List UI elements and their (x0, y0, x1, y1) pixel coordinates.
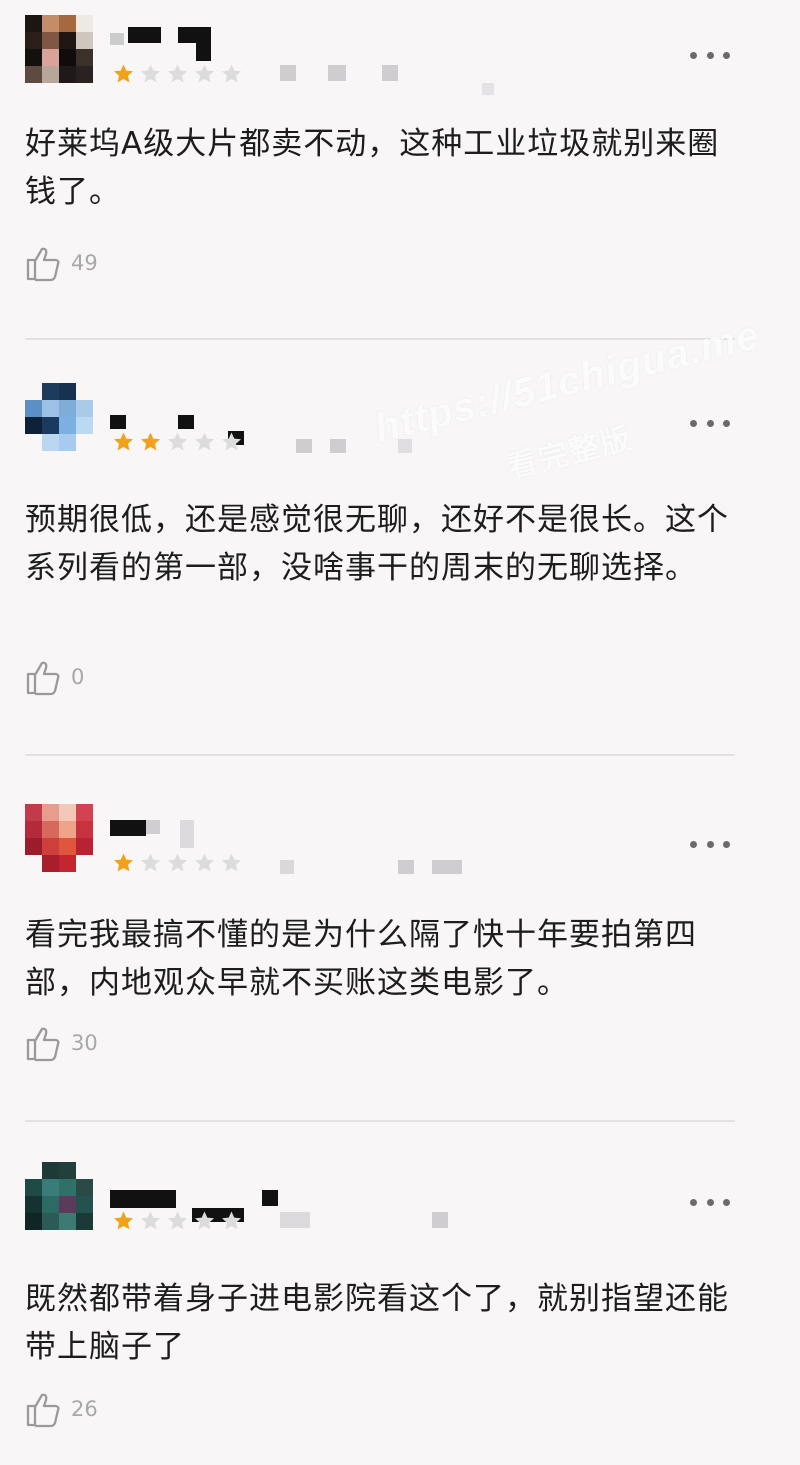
star-filled-icon (114, 432, 133, 451)
meta-censored (270, 854, 530, 894)
star-empty-icon (141, 64, 160, 83)
star-empty-icon (222, 1211, 241, 1230)
avatar[interactable] (25, 1162, 93, 1230)
star-empty-icon (195, 853, 214, 872)
comment-list: 好莱坞A级大片都卖不动，这种工业垃圾就别来圈钱了。 49 预期很低，还是感觉很无… (0, 0, 800, 1465)
meta-censored (270, 65, 530, 105)
username-censored (110, 27, 310, 61)
thumbs-up-icon (26, 1027, 60, 1062)
star-empty-icon (141, 853, 160, 872)
more-options-icon[interactable] (690, 834, 730, 854)
username-censored (110, 816, 310, 848)
star-empty-icon (195, 1211, 214, 1230)
like-count: 0 (71, 665, 85, 689)
star-filled-icon (114, 1211, 133, 1230)
avatar[interactable] (25, 383, 93, 451)
star-rating (110, 62, 245, 86)
star-empty-icon (195, 64, 214, 83)
star-empty-icon (141, 1211, 160, 1230)
review-text: 看完我最搞不懂的是为什么隔了快十年要拍第四部，内地观众早就不买账这类电影了。 (25, 917, 697, 1001)
more-options-icon[interactable] (690, 1192, 730, 1212)
avatar[interactable] (25, 804, 93, 872)
more-options-icon[interactable] (690, 413, 730, 433)
thumbs-up-icon (26, 247, 60, 282)
like-button[interactable]: 0 (25, 657, 84, 697)
divider (25, 754, 735, 756)
review-text: 既然都带着身子进电影院看这个了，就别指望还能带上脑子了 (25, 1281, 729, 1365)
username-censored (110, 395, 310, 445)
star-filled-icon (114, 64, 133, 83)
review-text: 好莱坞A级大片都卖不动，这种工业垃圾就别来圈钱了。 (25, 126, 720, 210)
meta-censored (270, 1212, 530, 1252)
more-options-icon[interactable] (690, 45, 730, 65)
thumbs-up-icon (26, 661, 60, 696)
review-text: 预期很低，还是感觉很无聊，还好不是很长。这个系列看的第一部，没啥事干的周末的无聊… (25, 502, 729, 586)
thumbs-up-icon (26, 1393, 60, 1428)
watermark-label: 看完整版 (503, 420, 637, 486)
like-button[interactable]: 30 (25, 1023, 98, 1063)
star-empty-icon (168, 64, 187, 83)
like-button[interactable]: 26 (25, 1389, 98, 1429)
star-empty-icon (222, 853, 241, 872)
like-count: 49 (71, 251, 98, 275)
divider (25, 1120, 735, 1122)
star-rating (110, 430, 245, 454)
star-rating (110, 1209, 245, 1233)
star-empty-icon (222, 432, 241, 451)
username-censored (110, 1174, 310, 1222)
divider (25, 338, 735, 340)
star-empty-icon (168, 432, 187, 451)
star-empty-icon (195, 432, 214, 451)
star-empty-icon (168, 1211, 187, 1230)
star-filled-icon (141, 432, 160, 451)
star-rating (110, 851, 245, 875)
star-empty-icon (168, 853, 187, 872)
star-empty-icon (222, 64, 241, 83)
star-filled-icon (114, 853, 133, 872)
like-count: 30 (71, 1031, 98, 1055)
like-count: 26 (71, 1397, 98, 1421)
like-button[interactable]: 49 (25, 243, 98, 283)
avatar[interactable] (25, 15, 93, 83)
